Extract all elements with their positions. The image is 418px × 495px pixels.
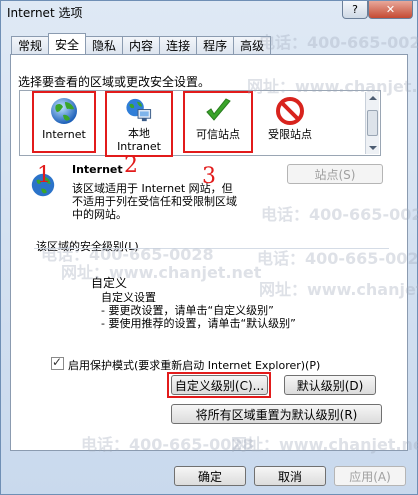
- sites-button[interactable]: 站点(S): [287, 164, 383, 184]
- annotation-frame-custom-level: [167, 372, 271, 398]
- tab-privacy[interactable]: 隐私: [85, 36, 124, 54]
- close-button[interactable]: ✕: [368, 1, 413, 19]
- zone-prompt: 选择要查看的区域或更改安全设置。: [18, 75, 211, 89]
- scroll-up-icon[interactable]: [369, 96, 377, 100]
- custom-level-line: 自定义设置: [101, 291, 156, 304]
- scroll-thumb[interactable]: [367, 110, 378, 136]
- protected-mode-label[interactable]: 启用保护模式(要求重新启动 Internet Explorer)(P): [68, 357, 320, 373]
- custom-level-title: 自定义: [91, 276, 128, 290]
- tab-security[interactable]: 安全: [48, 33, 87, 54]
- zone-label: 受限站点: [268, 128, 312, 141]
- help-icon: ?: [352, 3, 358, 16]
- selected-zone-title: Internet: [72, 163, 123, 176]
- tab-advanced[interactable]: 高级: [233, 36, 272, 54]
- scroll-down-icon[interactable]: [369, 146, 377, 150]
- reset-all-zones-button[interactable]: 将所有区域重置为默认级别(R): [171, 404, 382, 424]
- tab-strip: 常规 安全 隐私 内容 连接 程序 高级: [11, 33, 272, 54]
- zone-list-scrollbar[interactable]: [365, 92, 379, 154]
- zone-restricted-sites[interactable]: 受限站点: [259, 92, 321, 153]
- annotation-frame-trusted: [183, 91, 253, 153]
- annotation-number-2: 2: [124, 153, 138, 178]
- watermark: 电话：400-665-0028: [259, 33, 418, 52]
- restricted-icon: [276, 97, 304, 125]
- selected-zone-description: 该区域适用于 Internet 网站，但 不适用于列在受信任和受限制区域 中的网…: [72, 182, 237, 221]
- close-icon: ✕: [385, 3, 396, 16]
- annotation-frame-intranet: [105, 91, 173, 157]
- annotation-frame-internet: [32, 91, 96, 153]
- annotation-number-1: 1: [37, 163, 51, 188]
- tab-connections[interactable]: 连接: [159, 36, 198, 54]
- tab-programs[interactable]: 程序: [196, 36, 235, 54]
- custom-level-line: - 要使用推荐的设置，请单击“默认级别”: [101, 317, 296, 330]
- tab-content[interactable]: 内容: [122, 36, 161, 54]
- help-button[interactable]: ?: [342, 1, 368, 19]
- protected-mode-checkbox[interactable]: [51, 355, 64, 370]
- default-level-button[interactable]: 默认级别(D): [284, 375, 376, 395]
- tab-general[interactable]: 常规: [11, 36, 50, 54]
- custom-level-line: - 要更改设置，请单击“自定义级别”: [101, 304, 274, 317]
- internet-options-window: Internet 选项 ? ✕ 常规 安全 隐私 内容 连接 程序 高级 选择要…: [0, 0, 418, 495]
- annotation-number-3: 3: [202, 164, 216, 189]
- ok-button[interactable]: 确定: [174, 466, 246, 486]
- cancel-button[interactable]: 取消: [254, 466, 326, 486]
- title-bar: Internet 选项 ? ✕: [1, 1, 417, 23]
- apply-button[interactable]: 应用(A): [334, 466, 406, 486]
- window-title: Internet 选项: [7, 6, 83, 20]
